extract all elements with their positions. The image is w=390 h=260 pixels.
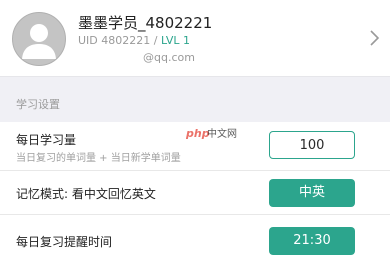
uid-separator: /	[150, 34, 161, 47]
review-reminder-label: 每日复习提醒时间	[16, 235, 113, 249]
daily-study-amount-label: 每日学习量	[16, 133, 77, 147]
review-reminder-time-button[interactable]: 21:30	[269, 227, 355, 255]
profile-header[interactable]: 墨墨学员_4802221 UID 4802221 / LVL 1 @qq.com	[0, 0, 390, 76]
avatar[interactable]	[12, 12, 66, 66]
level-text: LVL 1	[160, 34, 191, 47]
svg-text:中文网: 中文网	[207, 127, 237, 140]
email-text: @qq.com	[143, 51, 195, 64]
section-header: 学习设置	[0, 76, 390, 123]
chevron-right-icon[interactable]	[368, 28, 382, 48]
user-silhouette-icon	[22, 24, 56, 59]
daily-study-amount-button[interactable]: 100	[269, 131, 355, 159]
daily-study-amount-description: 当日复习的单词量 + 当日新学单词量	[16, 153, 181, 164]
username: 墨墨学员_4802221	[78, 14, 213, 32]
memory-mode-row[interactable]: 记忆模式: 看中文回忆英文 中英	[0, 171, 390, 215]
memory-mode-label: 记忆模式: 看中文回忆英文	[16, 187, 156, 201]
uid-line: UID 4802221 / LVL 1	[78, 34, 190, 47]
review-reminder-row[interactable]: 每日复习提醒时间 21:30	[0, 215, 390, 260]
section-title: 学习设置	[16, 98, 60, 111]
uid-text: UID 4802221	[78, 34, 151, 47]
php-watermark-logo: php 中文网	[186, 127, 237, 140]
memory-mode-button[interactable]: 中英	[269, 179, 355, 207]
settings-page: 墨墨学员_4802221 UID 4802221 / LVL 1 @qq.com…	[0, 0, 390, 260]
